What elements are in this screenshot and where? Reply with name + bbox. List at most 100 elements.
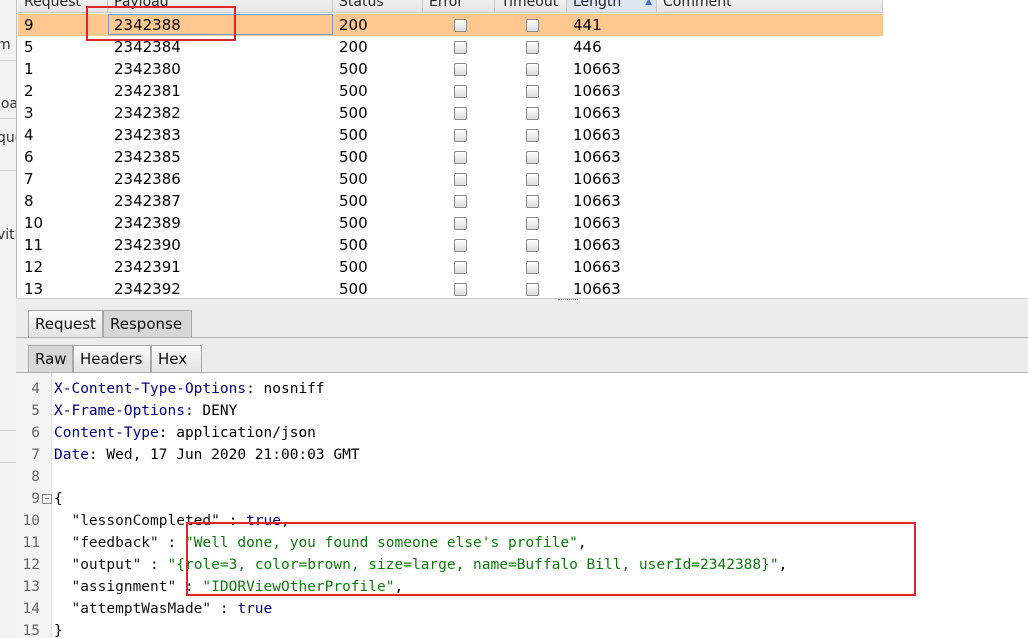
timeout-checkbox[interactable]	[526, 261, 539, 274]
tab-raw[interactable]: Raw	[28, 345, 73, 372]
error-checkbox[interactable]	[454, 217, 467, 230]
cell-request: 10	[24, 214, 44, 232]
timeout-checkbox[interactable]	[526, 85, 539, 98]
column-header-comment[interactable]: Comment	[657, 0, 883, 12]
timeout-checkbox[interactable]	[526, 283, 539, 296]
timeout-checkbox[interactable]	[526, 19, 539, 32]
table-row[interactable]: 10 2342389 500 10663	[18, 212, 883, 234]
cell-request: 7	[24, 170, 34, 188]
error-checkbox[interactable]	[454, 85, 467, 98]
timeout-checkbox[interactable]	[526, 107, 539, 120]
timeout-checkbox[interactable]	[526, 41, 539, 54]
cell-request: 11	[24, 236, 44, 254]
cell-payload: 2342392	[114, 280, 181, 298]
line-number: 8	[31, 469, 40, 485]
column-header-timeout[interactable]: Timeout	[495, 0, 567, 12]
cell-length: 10663	[573, 214, 621, 232]
table-row[interactable]: 4 2342383 500 10663	[18, 124, 883, 146]
cell-request: 8	[24, 192, 34, 210]
table-row[interactable]: 6 2342385 500 10663	[18, 146, 883, 168]
response-editor[interactable]: 4 X-Content-Type-Options: nosniff 5 X-Frame…	[16, 373, 1028, 638]
table-row[interactable]: 3 2342382 500 10663	[18, 102, 883, 124]
timeout-checkbox[interactable]	[526, 195, 539, 208]
cell-payload: 2342382	[114, 104, 181, 122]
code-token: :	[211, 601, 238, 617]
table-row[interactable]: 2 2342381 500 10663	[18, 80, 883, 102]
cell-status: 500	[339, 126, 368, 144]
cell-status: 500	[339, 104, 368, 122]
cell-request: 5	[24, 38, 34, 56]
table-row[interactable]: 11 2342390 500 10663	[18, 234, 883, 256]
cell-payload: 2342387	[114, 192, 181, 210]
line-number: 6	[31, 425, 40, 441]
view-tabs: Raw Headers Hex	[16, 338, 1028, 373]
cell-length: 10663	[573, 192, 621, 210]
cell-status: 200	[339, 38, 368, 56]
cell-request: 9	[24, 16, 34, 34]
error-checkbox[interactable]	[454, 239, 467, 252]
error-checkbox[interactable]	[454, 151, 467, 164]
cell-request: 13	[24, 280, 44, 298]
code-token: : DENY	[184, 403, 238, 419]
cell-request: 3	[24, 104, 34, 122]
error-checkbox[interactable]	[454, 107, 467, 120]
sort-ascending-icon: ▲	[645, 0, 652, 7]
line-number: 7	[31, 447, 40, 463]
error-checkbox[interactable]	[454, 129, 467, 142]
table-row[interactable]: 7 2342386 500 10663	[18, 168, 883, 190]
error-checkbox[interactable]	[454, 173, 467, 186]
table-row[interactable]: 12 2342391 500 10663	[18, 256, 883, 278]
cell-length: 10663	[573, 236, 621, 254]
table-row[interactable]: 13 2342392 500 10663	[18, 278, 883, 298]
clipped-text: que	[0, 130, 16, 146]
code-text: Content-Type: application/json	[54, 422, 316, 444]
cell-request: 12	[24, 258, 44, 276]
table-row[interactable]: 8 2342387 500 10663	[18, 190, 883, 212]
error-checkbox[interactable]	[454, 195, 467, 208]
cell-length: 10663	[573, 170, 621, 188]
code-token: "output"	[54, 557, 142, 573]
left-panel-edge: m loa que vith	[0, 0, 17, 638]
cell-length: 10663	[573, 148, 621, 166]
cell-length: 10663	[573, 60, 621, 78]
cell-status: 500	[339, 236, 368, 254]
cell-length: 446	[573, 38, 602, 56]
tab-response[interactable]: Response	[103, 310, 192, 337]
timeout-checkbox[interactable]	[526, 151, 539, 164]
code-text: X-Content-Type-Options: nosniff	[54, 378, 325, 400]
timeout-checkbox[interactable]	[526, 217, 539, 230]
timeout-checkbox[interactable]	[526, 129, 539, 142]
column-header-error[interactable]: Error	[423, 0, 495, 12]
cell-request: 4	[24, 126, 34, 144]
column-header-status[interactable]: Status	[333, 0, 423, 12]
cell-length: 10663	[573, 104, 621, 122]
code-text: Date: Wed, 17 Jun 2020 21:00:03 GMT	[54, 444, 360, 466]
divider	[0, 462, 16, 463]
code-token: X-Content-Type-Options	[54, 381, 247, 397]
cell-status: 500	[339, 60, 368, 78]
tab-headers[interactable]: Headers	[73, 345, 151, 372]
tab-hex[interactable]: Hex	[151, 345, 202, 372]
cell-status: 500	[339, 280, 368, 298]
tab-request[interactable]: Request	[28, 310, 103, 337]
error-checkbox[interactable]	[454, 19, 467, 32]
fold-toggle-icon[interactable]: −	[42, 494, 52, 504]
column-header-length[interactable]: Length ▲	[567, 0, 657, 12]
error-checkbox[interactable]	[454, 63, 467, 76]
column-header-length-label: Length	[573, 0, 622, 10]
cell-status: 500	[339, 148, 368, 166]
error-checkbox[interactable]	[454, 261, 467, 274]
timeout-checkbox[interactable]	[526, 239, 539, 252]
cell-payload: 2342380	[114, 60, 181, 78]
timeout-checkbox[interactable]	[526, 173, 539, 186]
line-number: 11	[22, 535, 40, 551]
table-row[interactable]: 1 2342380 500 10663	[18, 58, 883, 80]
error-checkbox[interactable]	[454, 41, 467, 54]
error-checkbox[interactable]	[454, 283, 467, 296]
cell-payload: 2342390	[114, 236, 181, 254]
line-number: 15	[22, 623, 40, 638]
results-table[interactable]: Request Payload Status Error Timeout Len…	[18, 0, 883, 298]
table-empty-area	[883, 0, 1028, 298]
cell-length: 10663	[573, 258, 621, 276]
timeout-checkbox[interactable]	[526, 63, 539, 76]
